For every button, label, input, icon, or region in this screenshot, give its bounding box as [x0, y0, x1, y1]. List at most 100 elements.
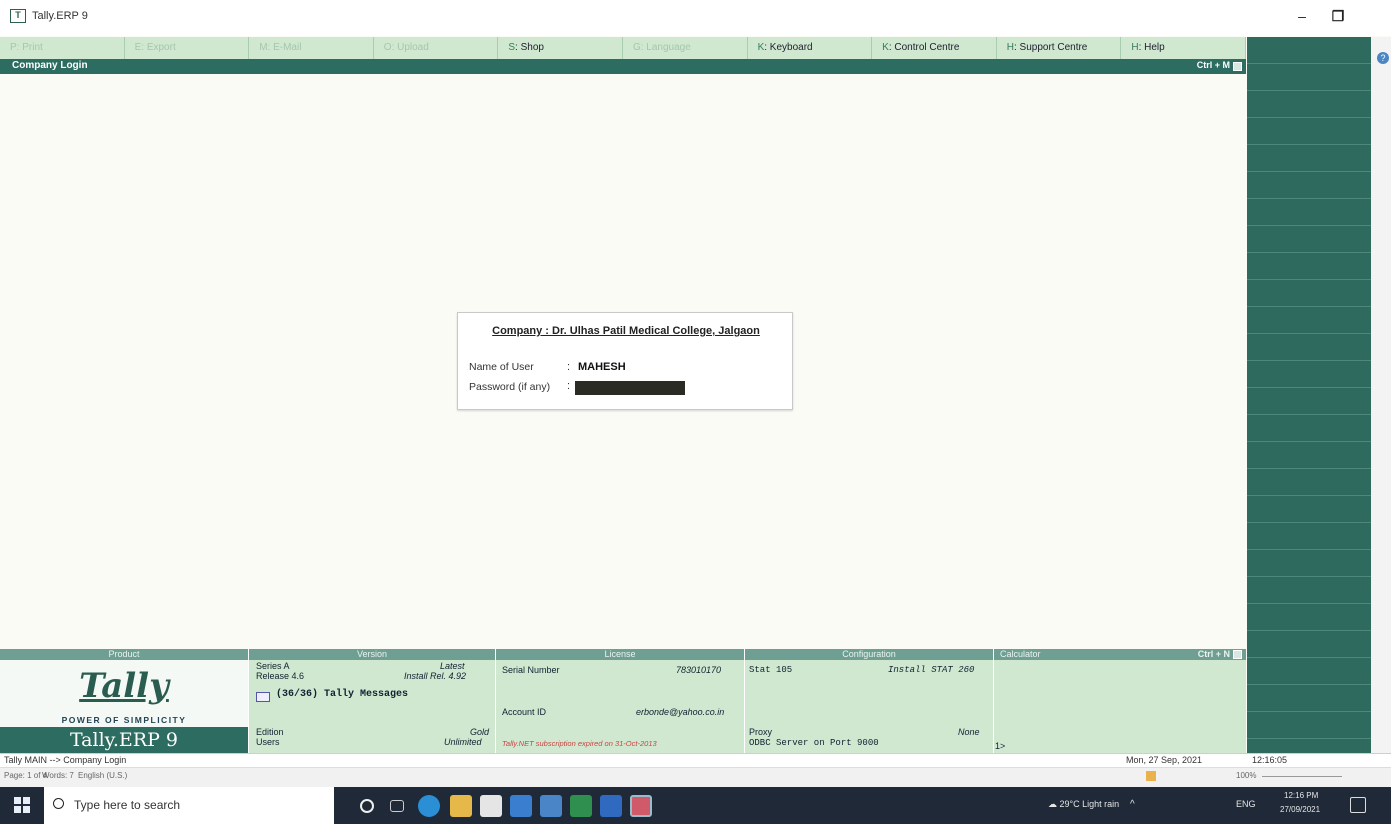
- shop-label: : Shop: [515, 42, 544, 53]
- export-label: : Export: [141, 42, 176, 53]
- control-centre-key: K: [882, 42, 889, 53]
- info-panel: Product Version License Configuration Ca…: [0, 649, 1246, 753]
- file-explorer-icon[interactable]: [450, 795, 472, 817]
- window-title: Tally.ERP 9: [32, 10, 88, 22]
- tray-chevron-icon[interactable]: ^: [1130, 799, 1135, 810]
- maximize-button[interactable]: ❐: [1326, 8, 1350, 28]
- notification-icon[interactable]: [1350, 797, 1366, 813]
- zoom-level: 100%: [1236, 771, 1257, 780]
- calculator-shortcut: Ctrl + N: [1197, 649, 1230, 659]
- support-centre-button[interactable]: H: Support Centre: [997, 37, 1122, 59]
- proxy-label: Proxy: [749, 727, 773, 737]
- license-header: License: [496, 649, 744, 660]
- minimize-button[interactable]: –: [1290, 8, 1314, 28]
- calculator-prompt[interactable]: 1>: [995, 741, 1005, 751]
- clock-time[interactable]: 12:16 PM: [1284, 791, 1318, 800]
- proxy-value: None: [958, 727, 980, 737]
- keyboard-label: : Keyboard: [764, 42, 813, 53]
- right-button-panel: [1247, 37, 1371, 753]
- tally-status-bar: Tally MAIN --> Company Login Mon, 27 Sep…: [0, 753, 1391, 767]
- upload-label: : Upload: [391, 42, 429, 53]
- language-text: English (U.S.): [78, 771, 128, 780]
- search-icon: [53, 798, 64, 809]
- zoom-slider[interactable]: [1262, 776, 1342, 777]
- task-view-icon[interactable]: [390, 800, 404, 812]
- support-centre-key: H: [1006, 42, 1014, 53]
- latest-text: Latest: [440, 661, 465, 671]
- support-centre-label: : Support Centre: [1013, 42, 1088, 53]
- edition-value: Gold: [470, 727, 490, 737]
- odbc-text: ODBC Server on Port 9000: [749, 738, 879, 748]
- keyboard-button[interactable]: K: Keyboard: [748, 37, 873, 59]
- tally-logo: Tally: [79, 666, 169, 706]
- install-stat-text: Install STAT 260: [888, 665, 975, 675]
- word-status-bar: Page: 1 of 4 Words: 7 English (U.S.) 100…: [0, 767, 1391, 787]
- configuration-header: Configuration: [745, 649, 993, 660]
- email-button[interactable]: M: E-Mail: [249, 37, 374, 59]
- serial-value: 783010170: [676, 665, 722, 675]
- help-key: H: [1131, 42, 1139, 53]
- print-key: P: [10, 42, 17, 53]
- help-circle-icon[interactable]: ?: [1377, 52, 1389, 64]
- account-label: Account ID: [502, 707, 547, 717]
- serial-label: Serial Number: [502, 665, 560, 675]
- tally-messages[interactable]: (36/36) Tally Messages: [276, 689, 408, 700]
- windows-start-icon[interactable]: [14, 797, 30, 813]
- language-label: : Language: [640, 42, 691, 53]
- cortana-icon[interactable]: [360, 799, 374, 813]
- calculator-app-icon[interactable]: [540, 795, 562, 817]
- company-name: Company : Dr. Ulhas Patil Medical Colleg…: [492, 325, 760, 337]
- product-header: Product: [0, 649, 248, 660]
- weather-text: 29°C Light rain: [1059, 799, 1120, 809]
- print-label: : Print: [16, 42, 43, 53]
- user-name-field[interactable]: MAHESH: [578, 361, 626, 373]
- navigation-path: Tally MAIN --> Company Login: [4, 755, 127, 765]
- language-button[interactable]: G: Language: [623, 37, 748, 59]
- password-colon: :: [567, 380, 571, 392]
- brand-tagline: POWER OF SIMPLICITY: [61, 715, 187, 725]
- layout-icon[interactable]: [1146, 771, 1156, 781]
- excel-icon[interactable]: [570, 795, 592, 817]
- screen: T Tally.ERP 9 – ❐ P: Print E: Export M: …: [0, 0, 1391, 824]
- search-placeholder: Type here to search: [74, 798, 181, 812]
- mail-app-icon[interactable]: [510, 795, 532, 817]
- page-count: Page: 1 of 4: [4, 771, 48, 780]
- upload-button[interactable]: O: Upload: [374, 37, 499, 59]
- calculator-header: Calculator Ctrl + N: [994, 649, 1246, 660]
- password-label: Password (if any): [469, 381, 551, 393]
- help-button[interactable]: H: Help: [1121, 37, 1246, 59]
- word-icon[interactable]: [600, 795, 622, 817]
- language-indicator[interactable]: ENG: [1236, 799, 1256, 809]
- users-label: Users: [256, 737, 280, 747]
- edge-browser-icon[interactable]: [418, 795, 440, 817]
- close-calculator-icon[interactable]: [1233, 650, 1242, 659]
- vertical-scrollbar[interactable]: [1371, 37, 1391, 753]
- taskbar: Type here to search ☁ 29°C Light rain ^ …: [0, 787, 1391, 824]
- stat-text: Stat 105: [749, 665, 793, 675]
- password-field[interactable]: [575, 381, 685, 395]
- email-key: M: [259, 42, 268, 53]
- print-button[interactable]: P: Print: [0, 37, 125, 59]
- control-centre-button[interactable]: K: Control Centre: [872, 37, 997, 59]
- tally-app-icon: T: [10, 9, 26, 23]
- store-icon[interactable]: [480, 795, 502, 817]
- help-label: : Help: [1138, 42, 1165, 53]
- window-title-bar: T Tally.ERP 9 – ❐: [0, 0, 1391, 36]
- status-time: 12:16:05: [1252, 755, 1288, 765]
- clock-date[interactable]: 27/09/2021: [1280, 805, 1320, 814]
- email-label: : E-Mail: [267, 42, 302, 53]
- mail-icon: [256, 692, 270, 702]
- version-header: Version: [249, 649, 495, 660]
- export-button[interactable]: E: Export: [125, 37, 250, 59]
- close-screen-icon[interactable]: [1233, 62, 1242, 71]
- weather-widget[interactable]: ☁ 29°C Light rain: [1048, 799, 1119, 810]
- screen-header: Company Login Ctrl + M: [0, 59, 1246, 74]
- calculator-title: Calculator: [1000, 649, 1041, 659]
- shop-button[interactable]: S: Shop: [498, 37, 623, 59]
- company-login-dialog: Company : Dr. Ulhas Patil Medical Colleg…: [457, 312, 793, 410]
- product-brand: Tally POWER OF SIMPLICITY Tally.ERP 9: [0, 660, 248, 753]
- top-button-bar: P: Print E: Export M: E-Mail O: Upload S…: [0, 37, 1246, 59]
- tally-taskbar-icon[interactable]: [630, 795, 652, 817]
- user-label: Name of User: [469, 361, 534, 373]
- control-centre-label: : Control Centre: [888, 42, 960, 53]
